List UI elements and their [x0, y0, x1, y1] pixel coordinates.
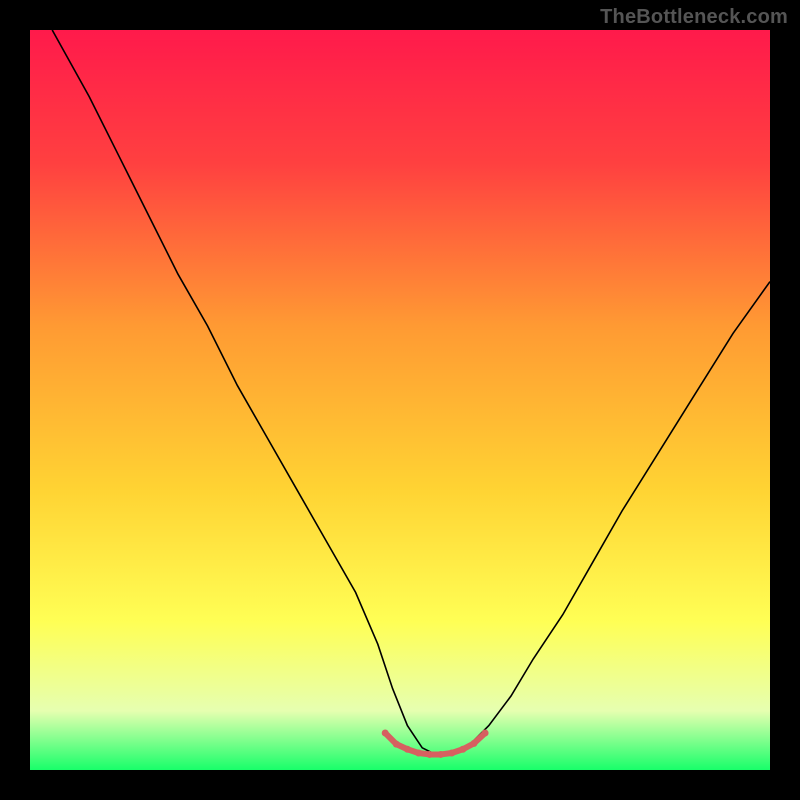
watermark-text: TheBottleneck.com [600, 6, 788, 29]
trough-dot [471, 740, 478, 747]
chart-frame: TheBottleneck.com [0, 0, 800, 800]
chart-background [30, 30, 770, 770]
plot-area [30, 30, 770, 770]
chart-svg [30, 30, 770, 770]
trough-dot [426, 751, 433, 758]
trough-dot [393, 741, 400, 748]
trough-dot [382, 730, 389, 737]
trough-dot [482, 730, 489, 737]
trough-dot [448, 749, 455, 756]
trough-dot [437, 751, 444, 758]
trough-dot [459, 746, 466, 753]
trough-dot [415, 749, 422, 756]
trough-dot [404, 746, 411, 753]
